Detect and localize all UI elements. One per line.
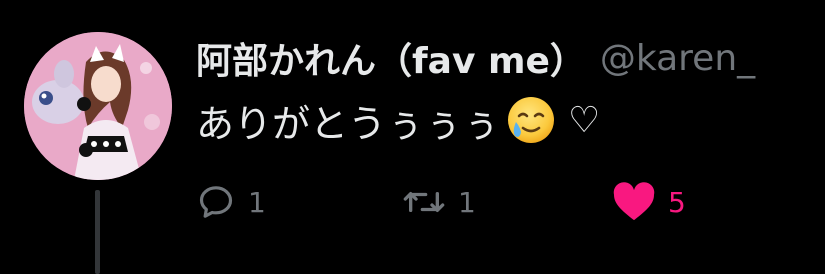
tweet-header: 阿部かれん（fav me） @karen_ (196, 28, 825, 88)
avatar[interactable] (24, 32, 172, 180)
user-handle[interactable]: @karen_ (600, 38, 755, 79)
display-name[interactable]: 阿部かれん（fav me） (196, 32, 586, 84)
like-count: 5 (668, 185, 686, 219)
reply-bubble-icon (199, 186, 233, 218)
avatar-photo (24, 32, 172, 180)
like-button[interactable]: 5 (612, 172, 686, 232)
reply-button[interactable]: 1 (196, 172, 266, 232)
retweet-arrows-icon (403, 192, 445, 212)
heart-filled-icon (613, 182, 655, 221)
heart-outline-symbol: ♡ (568, 99, 601, 141)
tweet-text-content: ありがとうぅぅぅ (196, 101, 501, 146)
thread-connector-line (95, 190, 100, 274)
tweet-actions: 1 1 5 (196, 172, 756, 232)
tweet[interactable]: 阿部かれん（fav me） @karen_ ありがとうぅぅぅ ♡ 1 1 5 (0, 0, 825, 274)
retweet-button[interactable]: 1 (402, 172, 476, 232)
retweet-count: 1 (458, 185, 476, 219)
reply-count: 1 (248, 185, 266, 219)
tweet-text: ありがとうぅぅぅ ♡ (196, 90, 600, 150)
smiling-face-with-tear-icon (508, 97, 555, 143)
